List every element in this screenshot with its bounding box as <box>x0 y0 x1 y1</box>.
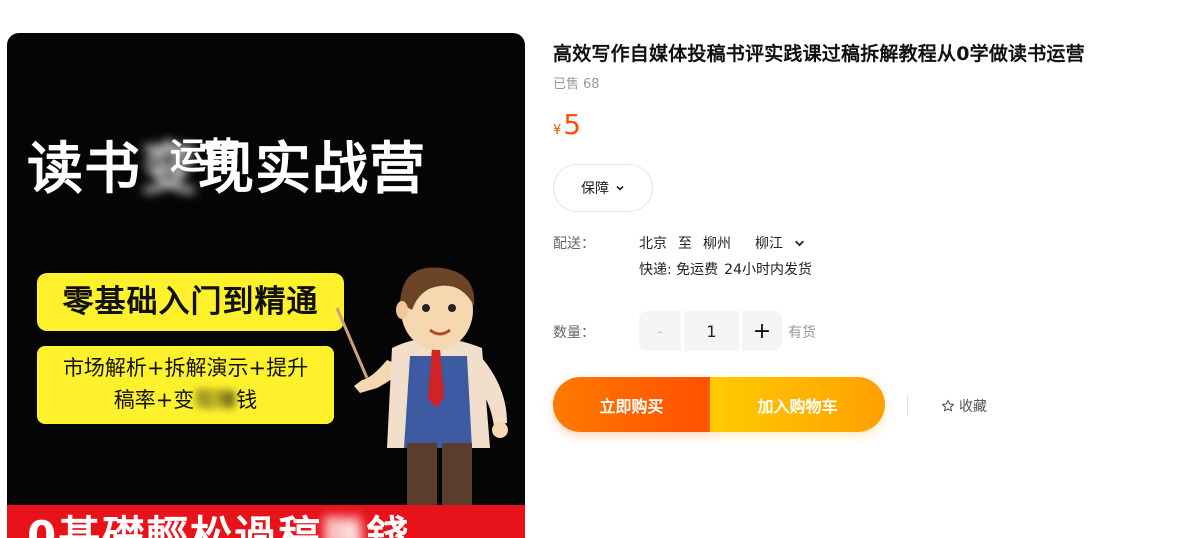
shipping-label: 配送： <box>553 236 595 252</box>
price-value: 5 <box>563 108 582 141</box>
product-image[interactable]: 读书变现实战营 运营 零基础入门到精通 市场解析+拆解演示+提升 稿率+变现赚钱… <box>7 33 525 538</box>
quantity-increase-button[interactable]: + <box>742 311 782 351</box>
quantity-input[interactable]: 1 <box>684 311 739 351</box>
image-features-line2: 稿率+变现赚钱 <box>113 388 258 412</box>
ship-from: 北京 <box>639 236 667 252</box>
shipping-destination[interactable]: 北京 至 柳州 柳江 <box>639 233 805 253</box>
chevron-down-icon <box>795 240 804 246</box>
divider <box>907 394 908 416</box>
image-title-overlay: 运营 <box>170 136 240 177</box>
price: ¥5 <box>553 108 581 141</box>
image-features: 市场解析+拆解演示+提升 稿率+变现赚钱 <box>37 346 334 424</box>
shipping-details: 快递: 免运费 24小时内发货 <box>639 259 812 279</box>
quantity-decrease-button[interactable]: - <box>639 311 681 351</box>
teacher-illustration <box>335 267 508 508</box>
shipping-method: 快递: 免运费 <box>639 262 719 278</box>
stock-status: 有货 <box>788 325 816 341</box>
star-icon <box>941 399 955 412</box>
product-title: 高效写作自媒体投稿书评实践课过稿拆解教程从0学做读书运营 <box>553 43 1085 65</box>
chevron-down-icon <box>616 185 624 191</box>
sold-count: 已售 68 <box>553 77 600 92</box>
guarantee-button[interactable]: 保障 <box>553 164 653 212</box>
shipping-dispatch: 24小时内发货 <box>724 262 812 278</box>
ship-city: 柳州 <box>703 236 731 252</box>
guarantee-label: 保障 <box>581 181 609 197</box>
buy-now-button[interactable]: 立即购买 <box>553 377 710 432</box>
image-banner: 0基礎輕松過稿賺錢 <box>7 505 525 538</box>
quantity-label: 数量： <box>553 325 595 341</box>
favorite-button[interactable]: 收藏 <box>941 396 987 416</box>
image-tagline: 零基础入门到精通 <box>37 273 344 331</box>
image-title: 读书变现实战营 <box>27 136 426 202</box>
ship-to-word: 至 <box>678 236 692 252</box>
currency-symbol: ¥ <box>553 123 562 138</box>
ship-district: 柳江 <box>755 236 783 252</box>
favorite-label: 收藏 <box>959 399 987 415</box>
image-features-line1: 市场解析+拆解演示+提升 <box>62 356 309 380</box>
add-to-cart-button[interactable]: 加入购物车 <box>710 377 885 432</box>
